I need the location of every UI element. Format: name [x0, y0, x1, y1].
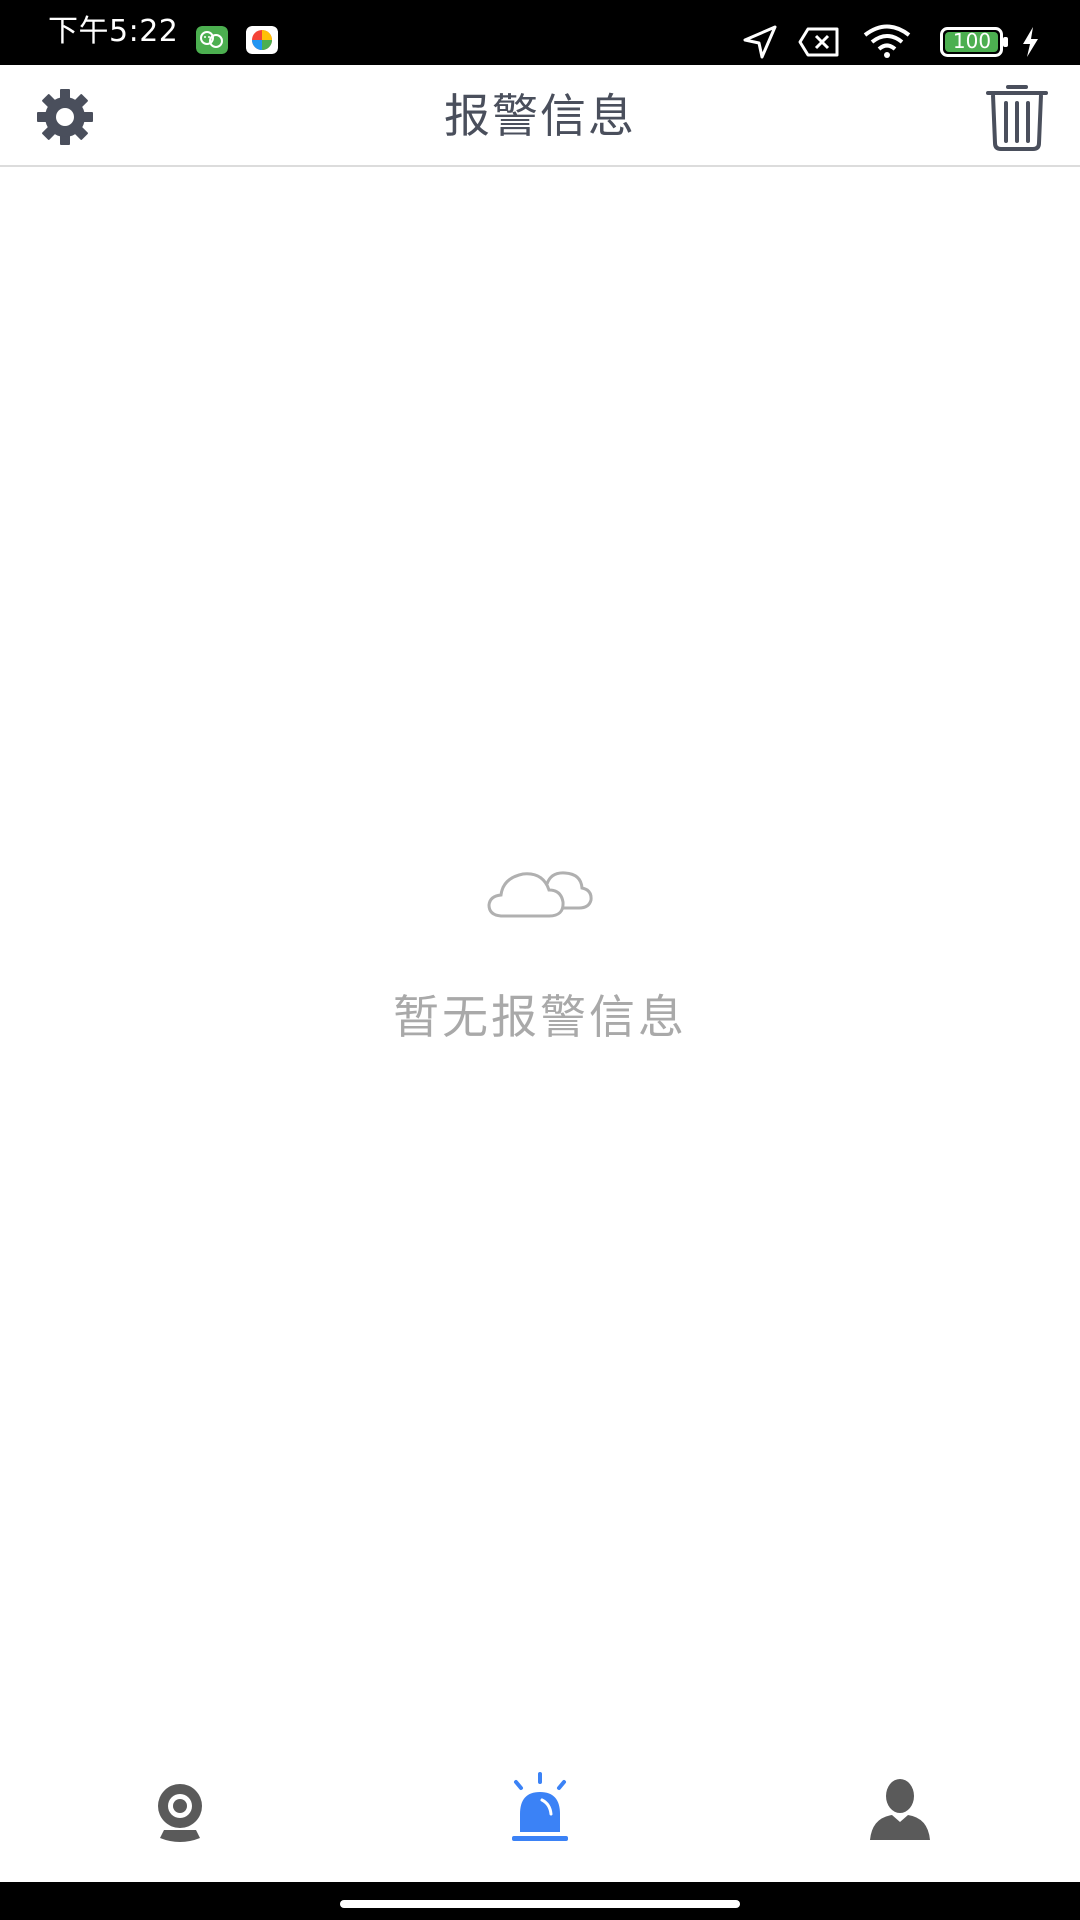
page-title: 报警信息 [444, 89, 636, 143]
charging-icon [1023, 27, 1038, 57]
wifi-icon [863, 24, 911, 58]
empty-message: 暂无报警信息 [393, 990, 687, 1044]
status-time: 下午5:22 [48, 14, 179, 49]
alarm-siren-icon[interactable] [500, 1770, 580, 1850]
navigation-gesture-bar [0, 1882, 1080, 1920]
no-sim-icon [798, 27, 839, 57]
status-bar: 下午5:22 100 [0, 0, 1080, 65]
location-arrow-icon [743, 25, 777, 59]
battery-level: 100 [952, 29, 992, 53]
wechat-app-icon [196, 26, 228, 54]
photos-app-icon [246, 26, 278, 54]
trash-icon[interactable] [984, 81, 1050, 153]
empty-state: 暂无报警信息 [0, 860, 1080, 1044]
bottom-nav [0, 1740, 1080, 1882]
alarm-info-screen: 下午5:22 100 报警信息 暂无报警信息 [0, 0, 1080, 1920]
home-indicator[interactable] [340, 1900, 740, 1908]
header-bar: 报警信息 [0, 65, 1080, 167]
cloud-icon [487, 871, 593, 918]
person-icon[interactable] [860, 1770, 940, 1850]
camera-icon[interactable] [140, 1770, 220, 1850]
